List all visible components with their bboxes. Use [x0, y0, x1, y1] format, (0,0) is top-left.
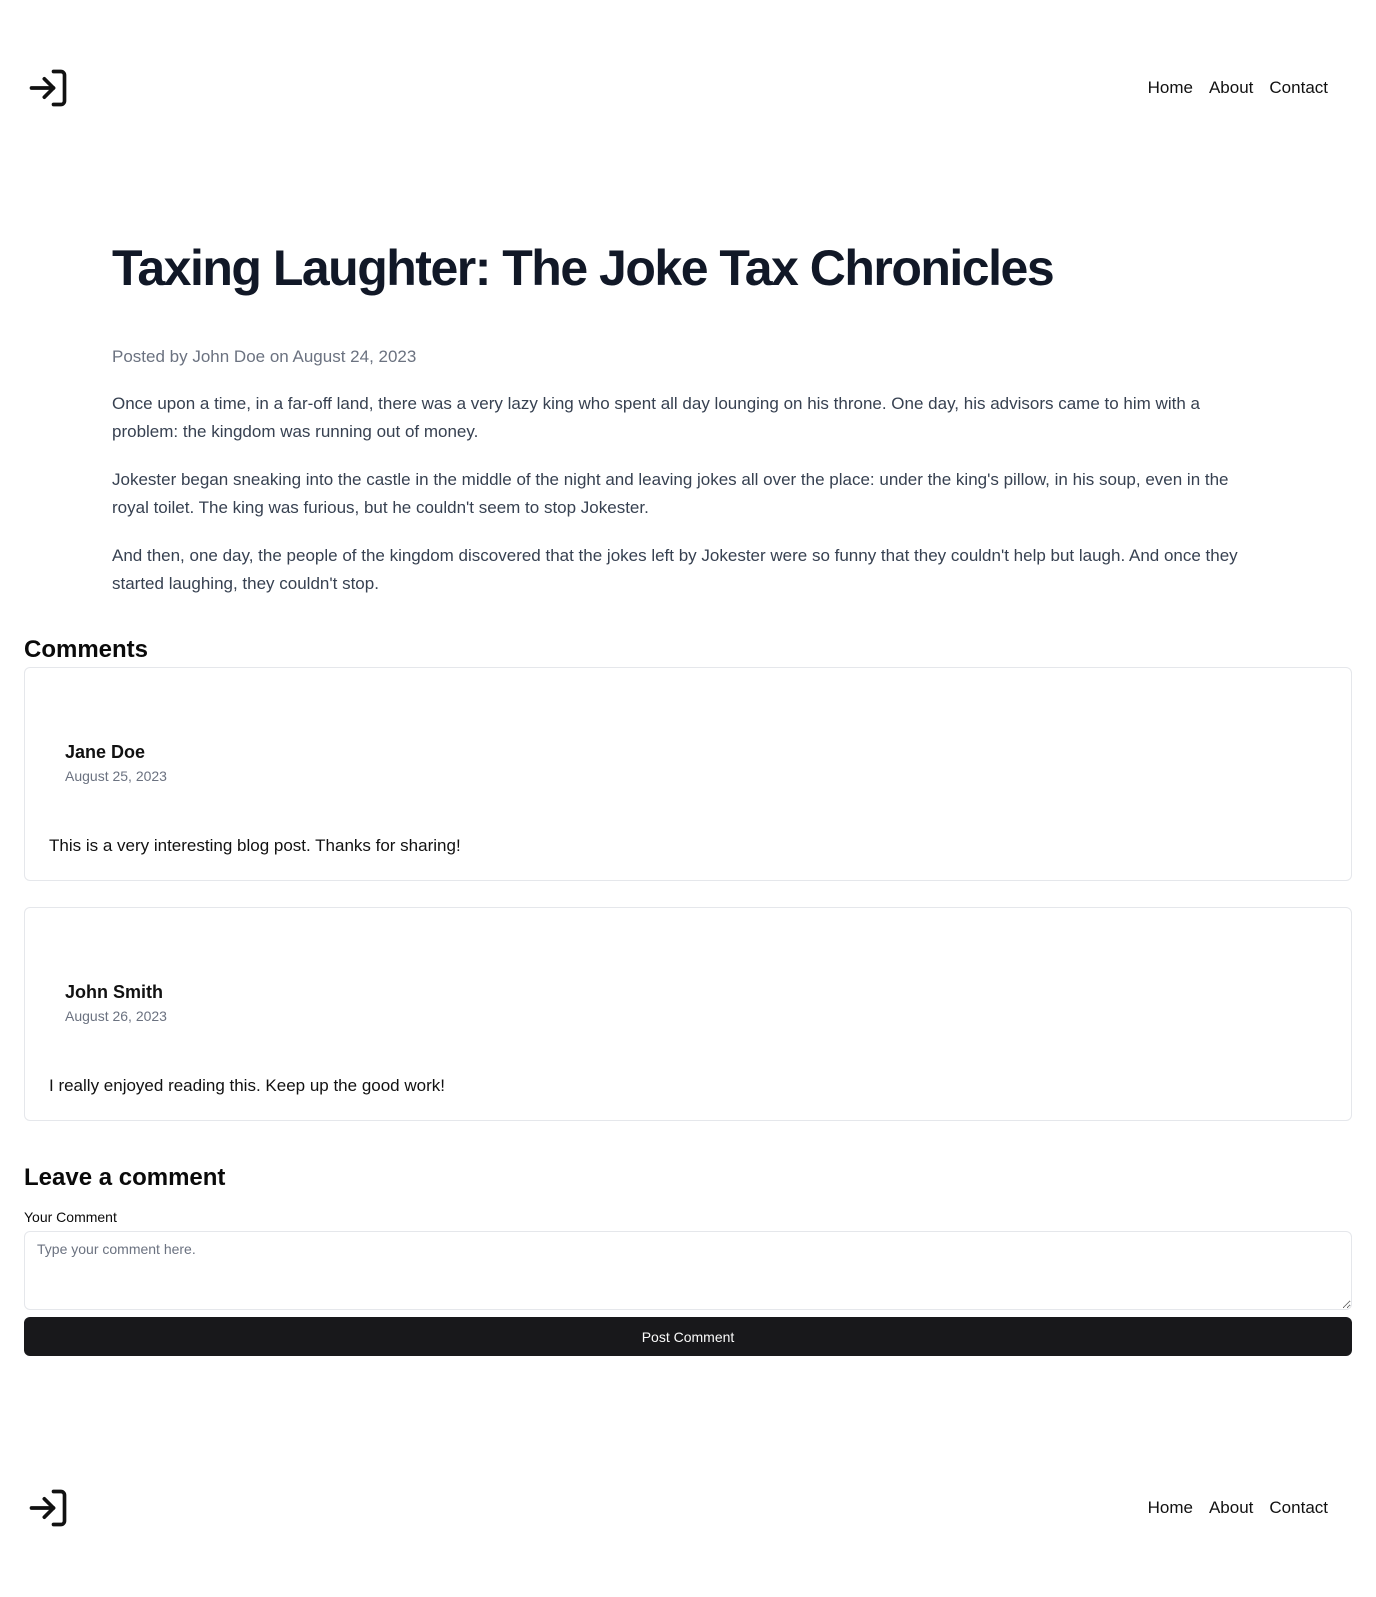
- comment-text: This is a very interesting blog post. Th…: [49, 836, 461, 855]
- nav-home-link[interactable]: Home: [1148, 76, 1193, 100]
- comment-date: August 25, 2023: [65, 768, 167, 784]
- comment-author: Jane Doe: [65, 742, 146, 762]
- leave-comment-heading: Leave a comment: [24, 1164, 226, 1191]
- article-paragraph: And then, one day, the people of the kin…: [112, 546, 1238, 593]
- footer-contact-link[interactable]: Contact: [1269, 1496, 1328, 1520]
- comment-text: I really enjoyed reading this. Keep up t…: [49, 1076, 445, 1095]
- blog-post-page: Home About Contact Taxing Laughter: The …: [0, 0, 1376, 1597]
- comment-field-label: Your Comment: [24, 1209, 117, 1225]
- comment-card: Jane Doe August 25, 2023 This is a very …: [24, 667, 1352, 881]
- post-comment-button[interactable]: Post Comment: [24, 1317, 1352, 1356]
- footer-home-link[interactable]: Home: [1148, 1496, 1193, 1520]
- comment-textarea[interactable]: [24, 1231, 1352, 1310]
- article: Taxing Laughter: The Joke Tax Chronicles…: [112, 236, 1262, 598]
- nav-about-link[interactable]: About: [1209, 76, 1253, 100]
- article-meta: Posted by John Doe on August 24, 2023: [112, 347, 417, 366]
- footer-nav: Home About Contact: [1148, 1496, 1328, 1520]
- header-nav: Home About Contact: [1148, 76, 1328, 100]
- log-in-icon[interactable]: [26, 1486, 70, 1530]
- comment-date: August 26, 2023: [65, 1008, 167, 1024]
- site-header: Home About Contact: [0, 58, 1376, 118]
- article-title: Taxing Laughter: The Joke Tax Chronicles: [112, 240, 1055, 296]
- nav-contact-link[interactable]: Contact: [1269, 76, 1328, 100]
- comments-heading: Comments: [24, 636, 149, 663]
- site-footer: Home About Contact: [0, 1478, 1376, 1538]
- footer-about-link[interactable]: About: [1209, 1496, 1253, 1520]
- comment-author: John Smith: [65, 982, 163, 1002]
- comment-card: John Smith August 26, 2023 I really enjo…: [24, 907, 1352, 1121]
- article-paragraph: Jokester began sneaking into the castle …: [112, 470, 1229, 517]
- log-in-icon[interactable]: [26, 66, 70, 110]
- article-paragraph: Once upon a time, in a far-off land, the…: [112, 394, 1200, 441]
